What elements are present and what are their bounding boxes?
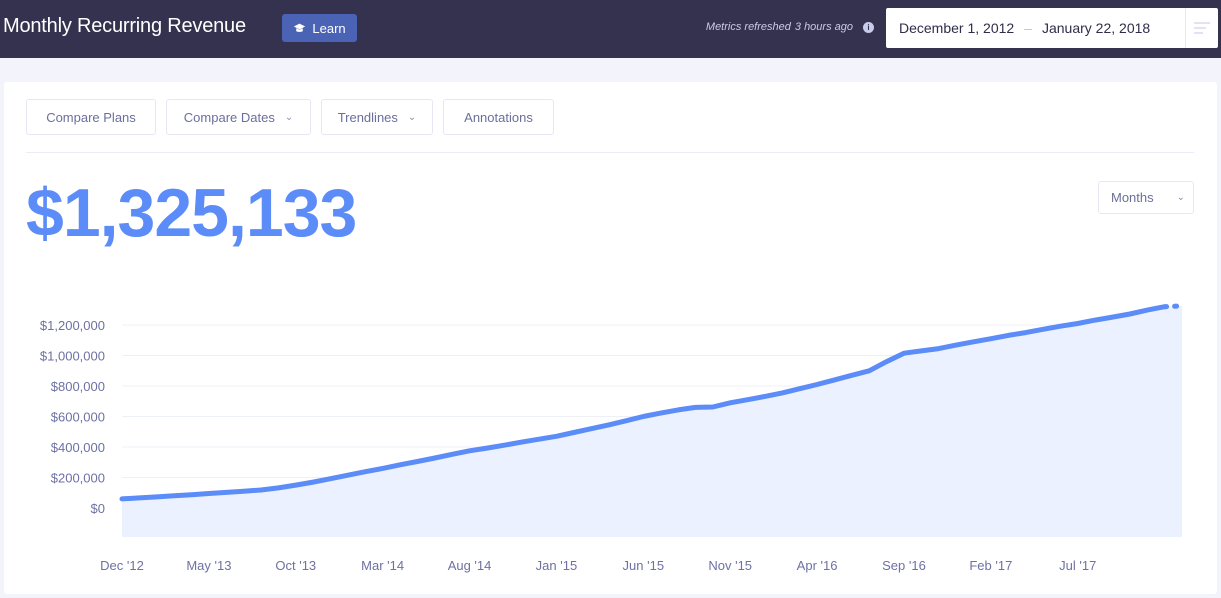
data-point[interactable] (186, 489, 198, 501)
mrr-chart[interactable]: $0 $200,000 $400,000 $600,000 $800,000 $1,000… (0, 0, 1221, 598)
data-point[interactable] (1072, 318, 1084, 330)
x-tick-label: Apr '16 (797, 558, 838, 573)
data-point[interactable] (1020, 327, 1032, 339)
data-point[interactable] (359, 466, 371, 478)
data-point[interactable] (707, 401, 719, 413)
data-point[interactable] (846, 369, 858, 381)
data-point[interactable] (829, 374, 841, 386)
data-point[interactable] (742, 394, 754, 406)
y-tick-label: $1,200,000 (40, 318, 105, 333)
data-point[interactable] (1089, 314, 1101, 326)
x-tick-label: Nov '15 (708, 558, 752, 573)
data-point[interactable] (881, 356, 893, 368)
x-tick-label: Sep '16 (882, 558, 926, 573)
x-tick-label: Aug '14 (448, 558, 492, 573)
data-point[interactable] (290, 479, 302, 491)
data-point[interactable] (116, 493, 128, 505)
data-point[interactable] (1141, 304, 1153, 316)
data-point[interactable] (603, 419, 615, 431)
y-tick-label: $800,000 (51, 379, 105, 394)
data-point[interactable] (325, 473, 337, 485)
y-tick-label: $0 (91, 501, 105, 516)
data-point[interactable] (533, 433, 545, 445)
x-tick-label: Mar '14 (361, 558, 404, 573)
y-tick-label: $400,000 (51, 440, 105, 455)
data-point[interactable] (429, 452, 441, 464)
data-point[interactable] (1037, 323, 1049, 335)
y-tick-label: $1,000,000 (40, 349, 105, 364)
data-point[interactable] (585, 423, 597, 435)
data-point[interactable] (1054, 320, 1066, 332)
data-point[interactable] (776, 387, 788, 399)
data-point[interactable] (203, 488, 215, 500)
data-point[interactable] (794, 383, 806, 395)
data-point[interactable] (1002, 329, 1014, 341)
x-tick-label: Jan '15 (536, 558, 578, 573)
data-point[interactable] (238, 485, 250, 497)
data-point[interactable] (985, 333, 997, 345)
data-point[interactable] (498, 439, 510, 451)
x-tick-label: Oct '13 (275, 558, 316, 573)
data-point[interactable] (950, 339, 962, 351)
data-point[interactable] (655, 407, 667, 419)
data-point[interactable] (307, 476, 319, 488)
x-tick-label: Dec '12 (100, 558, 144, 573)
data-point[interactable] (672, 404, 684, 416)
data-point[interactable] (689, 401, 701, 413)
data-point[interactable] (1159, 301, 1171, 313)
data-point[interactable] (464, 445, 476, 457)
data-point[interactable] (1124, 308, 1136, 320)
data-point[interactable] (620, 415, 632, 427)
data-point[interactable] (168, 490, 180, 502)
x-tick-label: May '13 (186, 558, 231, 573)
data-point[interactable] (220, 486, 232, 498)
data-point[interactable] (637, 411, 649, 423)
data-point[interactable] (863, 365, 875, 377)
data-point[interactable] (759, 390, 771, 402)
data-point[interactable] (377, 462, 389, 474)
data-point[interactable] (1176, 300, 1188, 312)
data-point[interactable] (968, 336, 980, 348)
data-point[interactable] (151, 491, 163, 503)
data-point[interactable] (724, 397, 736, 409)
x-tick-label: Jul '17 (1059, 558, 1096, 573)
data-point[interactable] (811, 379, 823, 391)
data-point[interactable] (1107, 311, 1119, 323)
y-tick-label: $200,000 (51, 471, 105, 486)
data-point[interactable] (915, 345, 927, 357)
data-point[interactable] (255, 484, 267, 496)
data-point[interactable] (446, 448, 458, 460)
y-tick-label: $600,000 (51, 410, 105, 425)
data-point[interactable] (550, 430, 562, 442)
data-point[interactable] (272, 482, 284, 494)
data-point[interactable] (481, 442, 493, 454)
data-point[interactable] (342, 469, 354, 481)
data-point[interactable] (568, 427, 580, 439)
data-point[interactable] (394, 459, 406, 471)
x-tick-label: Feb '17 (969, 558, 1012, 573)
data-point[interactable] (133, 492, 145, 504)
data-point[interactable] (516, 436, 528, 448)
x-tick-label: Jun '15 (623, 558, 665, 573)
data-point[interactable] (898, 347, 910, 359)
data-point[interactable] (933, 343, 945, 355)
data-point[interactable] (411, 456, 423, 468)
area-fill (122, 305, 1182, 537)
